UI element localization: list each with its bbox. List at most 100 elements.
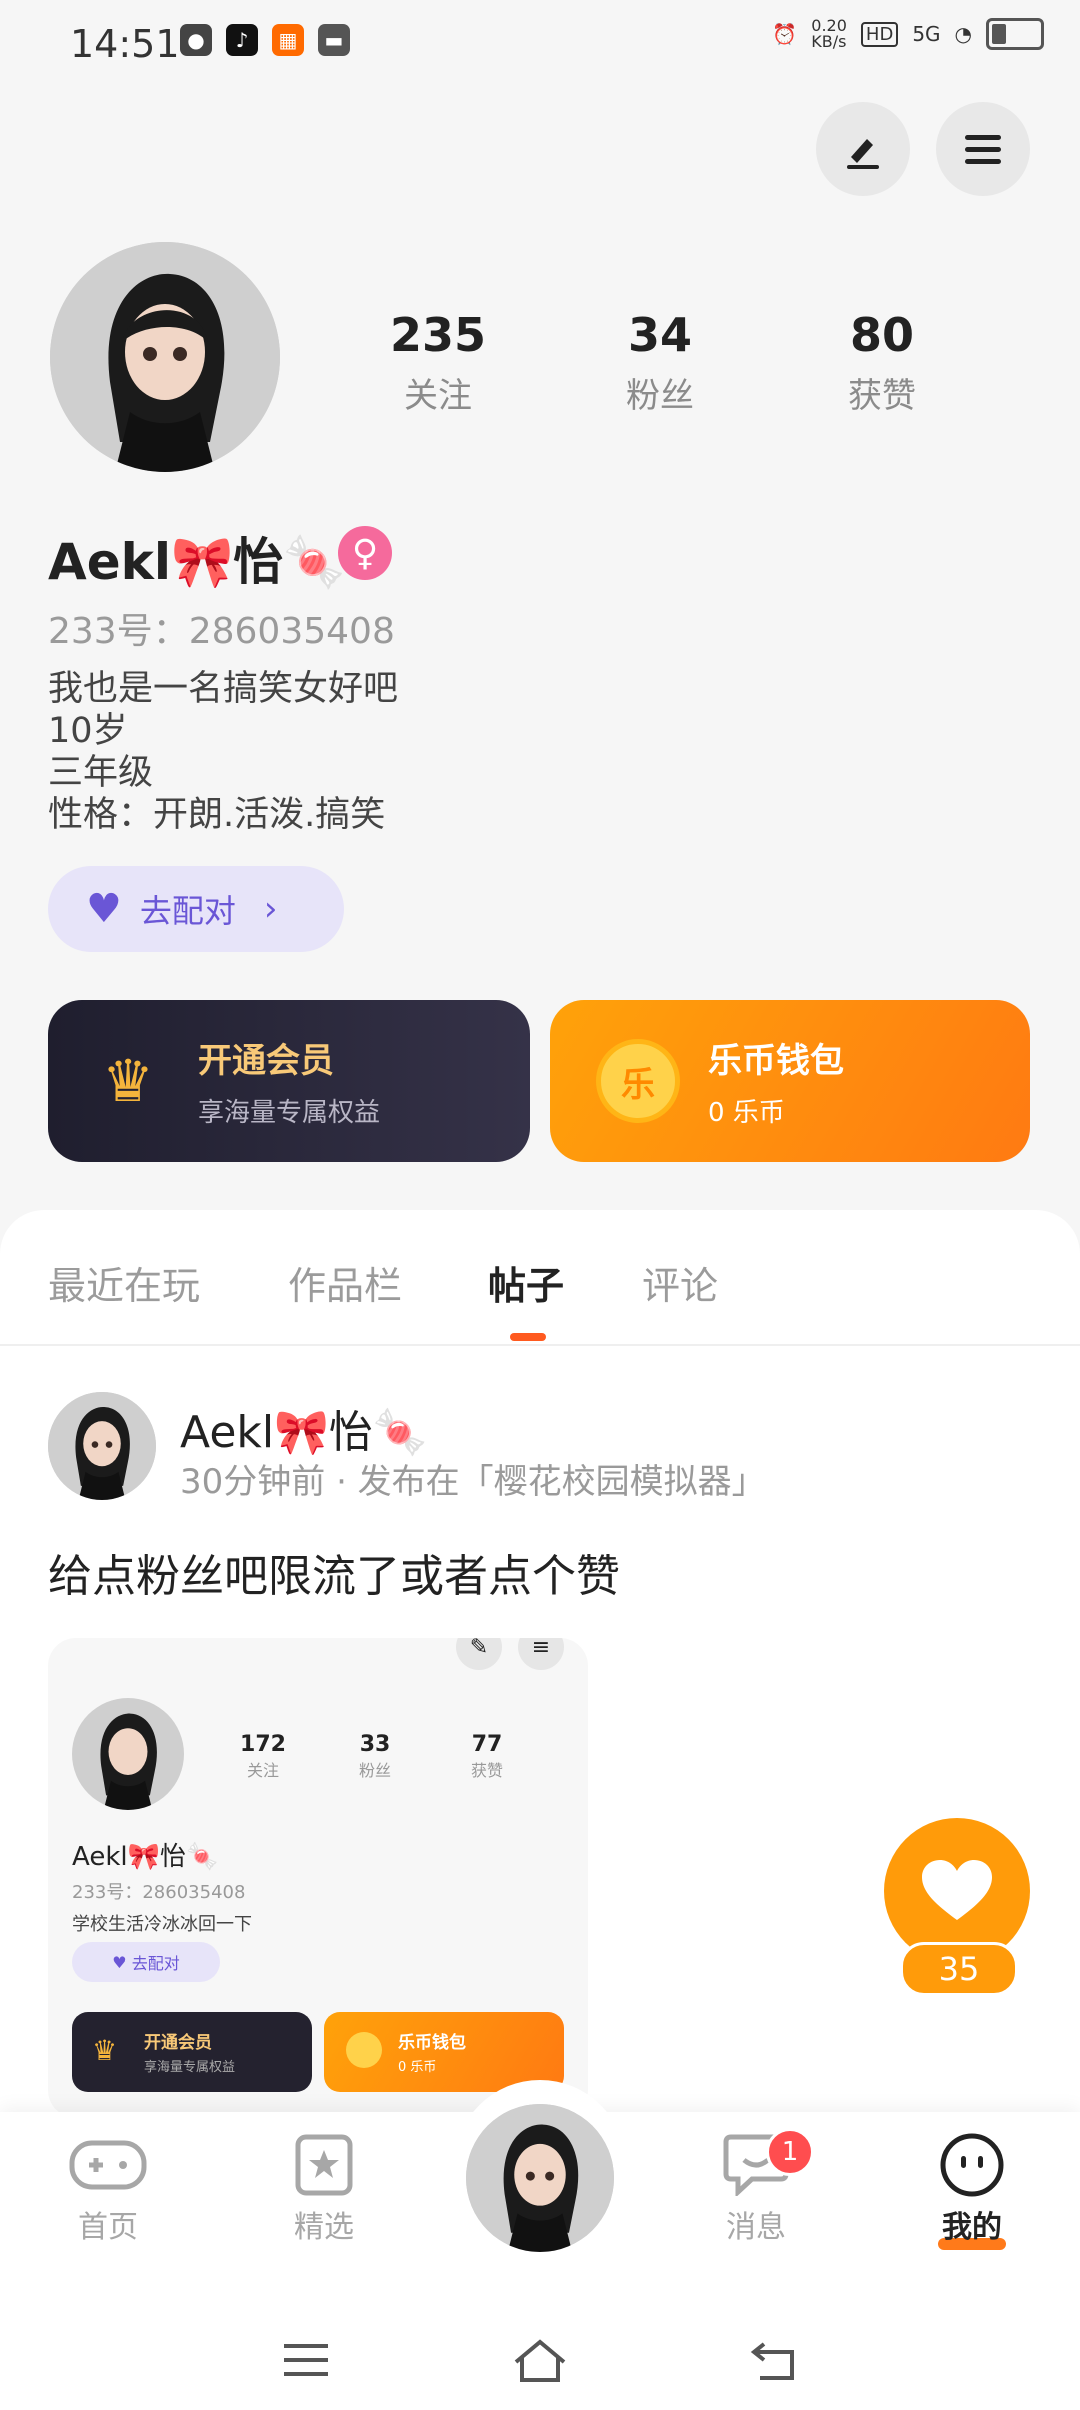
preview-wallet-title: 乐币钱包 xyxy=(398,2033,466,2053)
heart-icon: ♥ xyxy=(86,886,122,932)
bio-line: 三年级 xyxy=(48,753,154,793)
coin-icon xyxy=(346,2032,382,2068)
match-label: 去配对 xyxy=(139,892,236,930)
chevron-right-icon: › xyxy=(263,889,278,929)
preview-stat-value: 172 xyxy=(240,1732,286,1757)
post-text: 给点粉丝吧限流了或者点个赞 xyxy=(48,1551,620,1602)
status-app-icons: ● ♪ ▦ ▬ xyxy=(180,24,350,56)
app-grey-icon: ▬ xyxy=(318,24,350,56)
stat-likes[interactable]: 80 获赞 xyxy=(782,308,982,417)
nav-messages-label: 消息 xyxy=(726,2210,786,2245)
stat-following[interactable]: 235 关注 xyxy=(338,308,538,417)
tab-recent[interactable]: 最近在玩 xyxy=(48,1255,200,1310)
bio-line: 性格：开朗.活泼.搞笑 xyxy=(48,795,386,835)
stat-label: 获赞 xyxy=(848,376,916,416)
edit-profile-button[interactable] xyxy=(816,102,910,196)
preview-uid: 233号：286035408 xyxy=(72,1882,246,1903)
nav-home[interactable]: 首页 xyxy=(28,2134,188,2246)
profile-username: Aekl🎀怡🍬 xyxy=(48,533,346,591)
profile-bio: 我也是一名搞笑女好吧 10岁 三年级 性格：开朗.活泼.搞笑 xyxy=(48,668,398,836)
preview-stat-value: 77 xyxy=(471,1732,503,1757)
preview-stat: 33 粉丝 xyxy=(330,1732,420,1781)
avatar-image xyxy=(50,242,280,472)
crown-icon: ♛ xyxy=(92,2034,118,2067)
signal-icon: 5G xyxy=(912,22,941,46)
preview-stat-label: 获赞 xyxy=(470,1761,503,1780)
like-count: 35 xyxy=(900,1942,1018,1996)
post-author-name[interactable]: Aekl🎀怡🍬 xyxy=(180,1396,428,1460)
status-right: ⏰ 0.20 KB/s HD 5G ◔ xyxy=(772,18,1044,50)
menu-icon xyxy=(965,135,1001,164)
avatar-image xyxy=(100,1713,157,1810)
stat-label: 关注 xyxy=(404,376,472,416)
menu-button[interactable] xyxy=(936,102,1030,196)
menu-icon: ≡ xyxy=(518,1638,564,1670)
post-meta: 30分钟前 · 发布在「樱花校园模拟器」 xyxy=(180,1462,766,1502)
status-time: 14:51 xyxy=(70,22,180,66)
nav-mine[interactable]: 我的 xyxy=(892,2133,1052,2250)
nav-mine-label: 我的 xyxy=(942,2210,1002,2245)
stat-label: 粉丝 xyxy=(626,376,694,416)
bookmark-star-icon xyxy=(284,2134,364,2196)
back-icon[interactable] xyxy=(750,2338,798,2382)
crown-icon: ♛ xyxy=(102,1047,154,1115)
wallet-balance: 0 乐币 xyxy=(708,1098,785,1128)
profile-uid: 233号：286035408 xyxy=(48,611,395,652)
avatar-image xyxy=(466,2104,614,2252)
status-bar: 14:51 ● ♪ ▦ ▬ ⏰ 0.20 KB/s HD 5G ◔ xyxy=(0,0,1080,90)
net-speed: 0.20 KB/s xyxy=(811,16,847,51)
preview-stat-label: 关注 xyxy=(246,1761,279,1780)
post-author-avatar[interactable] xyxy=(48,1392,156,1500)
preview-stat: 172 关注 xyxy=(218,1732,308,1781)
app-orange-icon: ▦ xyxy=(272,24,304,56)
preview-wallet-sub: 0 乐币 xyxy=(398,2060,437,2075)
pencil-icon: ✎ xyxy=(456,1638,502,1670)
wallet-card[interactable]: 乐 乐币钱包 0 乐币 xyxy=(550,1000,1030,1162)
messages-badge: 1 xyxy=(766,2128,814,2176)
tab-works[interactable]: 作品栏 xyxy=(288,1255,402,1310)
preview-vip-sub: 享海量专属权益 xyxy=(144,2060,236,2075)
vip-title: 开通会员 xyxy=(198,1041,334,1081)
stat-value: 34 xyxy=(627,308,692,362)
preview-vip-title: 开通会员 xyxy=(144,2033,212,2053)
match-button[interactable]: ♥ 去配对 › xyxy=(48,866,344,952)
preview-vip-card: ♛ 开通会员 享海量专属权益 xyxy=(72,2012,312,2092)
preview-stat: 77 获赞 xyxy=(442,1732,532,1781)
center-avatar-button[interactable] xyxy=(466,2104,614,2252)
hd-icon: HD xyxy=(860,21,899,47)
system-nav-bar xyxy=(0,2312,1080,2408)
gamepad-icon xyxy=(68,2134,148,2196)
pencil-icon xyxy=(847,139,879,169)
vip-card[interactable]: ♛ 开通会员 享海量专属权益 xyxy=(48,1000,530,1162)
heart-icon xyxy=(922,1860,992,1920)
tab-divider xyxy=(0,1344,1080,1346)
preview-bio: 学校生活冷冰冰回一下 xyxy=(72,1914,252,1935)
tab-posts[interactable]: 帖子 xyxy=(488,1255,564,1310)
wallet-title: 乐币钱包 xyxy=(708,1041,844,1081)
alarm-icon: ⏰ xyxy=(772,22,798,46)
stat-value: 235 xyxy=(389,308,487,362)
stat-value: 80 xyxy=(849,308,914,362)
preview-avatar xyxy=(72,1698,184,1810)
tab-comments[interactable]: 评论 xyxy=(642,1255,718,1310)
stat-followers[interactable]: 34 粉丝 xyxy=(560,308,760,417)
wifi-icon: ◔ xyxy=(954,22,972,46)
smiley-face-icon xyxy=(932,2133,1012,2197)
coin-icon: 乐 xyxy=(596,1039,680,1123)
post-image[interactable]: ✎ ≡ 172 关注 33 粉丝 77 获赞 Aekl🎀怡🍬 233号：2860… xyxy=(48,1638,588,2118)
preview-stat-value: 33 xyxy=(359,1732,391,1757)
avatar-image xyxy=(48,1392,156,1500)
bio-line: 10岁 xyxy=(48,711,128,751)
nav-featured[interactable]: 精选 xyxy=(244,2134,404,2246)
vip-subtitle: 享海量专属权益 xyxy=(198,1098,381,1128)
preview-match-button: ♥ 去配对 xyxy=(72,1942,220,1982)
tiktok-icon: ♪ xyxy=(226,24,258,56)
tab-indicator xyxy=(510,1333,546,1341)
home-icon[interactable] xyxy=(510,2336,570,2384)
profile-avatar[interactable] xyxy=(50,242,280,472)
preview-username: Aekl🎀怡🍬 xyxy=(72,1842,219,1872)
nav-mine-label-wrap: 我的 xyxy=(938,2202,1006,2250)
recents-icon[interactable] xyxy=(282,2340,330,2380)
battery-icon xyxy=(986,18,1044,50)
nav-featured-label: 精选 xyxy=(294,2210,354,2245)
